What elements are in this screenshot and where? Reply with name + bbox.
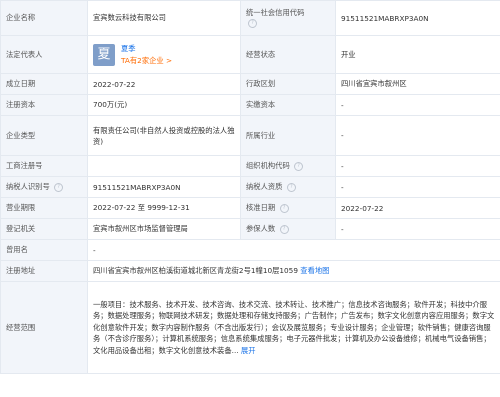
established-date-label: 成立日期 bbox=[0, 73, 88, 95]
industry-label: 所属行业 bbox=[240, 115, 336, 156]
table-row: 登记机关 宜宾市叙州区市场监督管理局 参保人数 ? - bbox=[0, 218, 500, 240]
insured-count-value: - bbox=[335, 218, 500, 240]
insured-count-label: 参保人数 bbox=[246, 224, 276, 233]
registered-address-label: 注册地址 bbox=[0, 260, 88, 282]
insured-count-label-cell: 参保人数 ? bbox=[240, 218, 336, 240]
business-scope-value: 一般项目：技术服务、技术开发、技术咨询、技术交流、技术转让、技术推广；信息技术咨… bbox=[93, 299, 495, 355]
table-row: 企业类型 有限责任公司(非自然人投资或控股的法人独资) 所属行业 - bbox=[0, 115, 500, 156]
former-name-value: - bbox=[87, 239, 500, 261]
expand-link[interactable]: 展开 bbox=[241, 346, 256, 355]
approval-date-value: 2022-07-22 bbox=[335, 197, 500, 219]
taxpayer-id-label: 纳税人识别号 bbox=[6, 182, 50, 191]
business-status-label: 经营状态 bbox=[240, 35, 336, 74]
admin-region-label: 行政区划 bbox=[240, 73, 336, 95]
table-row: 注册资本 700万(元) 实缴资本 - bbox=[0, 94, 500, 116]
help-icon[interactable]: ? bbox=[279, 224, 289, 234]
taxpayer-qualification-label: 纳税人资质 bbox=[246, 182, 283, 191]
help-icon[interactable]: ? bbox=[286, 182, 296, 192]
table-row: 纳税人识别号 ? 91511521MABRXP3A0N 纳税人资质 ? - bbox=[0, 176, 500, 198]
company-name-value: 宜宾数云科技有限公司 bbox=[87, 0, 241, 36]
registered-capital-value: 700万(元) bbox=[87, 94, 241, 116]
approval-date-label: 核准日期 bbox=[246, 203, 276, 212]
taxpayer-id-value: 91511521MABRXP3A0N bbox=[87, 176, 241, 198]
registered-address-value: 四川省宜宾市叙州区柏溪街道城北新区青龙街2号1幢10层1059 bbox=[93, 266, 298, 275]
table-row: 注册地址 四川省宜宾市叙州区柏溪街道城北新区青龙街2号1幢10层1059 查看地… bbox=[0, 260, 500, 282]
company-type-label: 企业类型 bbox=[0, 115, 88, 156]
view-map-link[interactable]: 查看地图 bbox=[300, 266, 329, 275]
legal-rep-label: 法定代表人 bbox=[0, 35, 88, 74]
registration-authority-value: 宜宾市叙州区市场监督管理局 bbox=[87, 218, 241, 240]
registered-capital-label: 注册资本 bbox=[0, 94, 88, 116]
credit-code-label: 统一社会信用代码 bbox=[246, 8, 305, 18]
table-row: 企业名称 宜宾数云科技有限公司 统一社会信用代码 ? 91511521MABRX… bbox=[0, 0, 500, 36]
business-term-value: 2022-07-22 至 9999-12-31 bbox=[87, 197, 241, 219]
help-icon[interactable]: ? bbox=[294, 161, 304, 171]
business-status-value: 开业 bbox=[335, 35, 500, 74]
credit-code-value: 91511521MABRXP3A0N bbox=[335, 0, 500, 36]
company-name-label: 企业名称 bbox=[0, 0, 88, 36]
org-code-value: - bbox=[335, 155, 500, 177]
approval-date-label-cell: 核准日期 ? bbox=[240, 197, 336, 219]
credit-code-label-cell: 统一社会信用代码 ? bbox=[240, 0, 336, 36]
former-name-label: 曾用名 bbox=[0, 239, 88, 261]
paid-capital-value: - bbox=[335, 94, 500, 116]
admin-region-value: 四川省宜宾市叙州区 bbox=[335, 73, 500, 95]
help-icon[interactable]: ? bbox=[248, 18, 257, 28]
org-code-label-cell: 组织机构代码 ? bbox=[240, 155, 336, 177]
taxpayer-id-label-cell: 纳税人识别号 ? bbox=[0, 176, 88, 198]
reg-number-value bbox=[87, 155, 241, 177]
taxpayer-qualification-label-cell: 纳税人资质 ? bbox=[240, 176, 336, 198]
registration-authority-label: 登记机关 bbox=[0, 218, 88, 240]
industry-value: - bbox=[335, 115, 500, 156]
table-row: 法定代表人 夏 夏季 TA有2家企业 > 经营状态 开业 bbox=[0, 35, 500, 74]
avatar[interactable]: 夏 bbox=[93, 43, 115, 66]
org-code-label: 组织机构代码 bbox=[246, 161, 290, 170]
related-companies-link[interactable]: TA有2家企业 > bbox=[121, 56, 172, 66]
company-info-table: 企业名称 宜宾数云科技有限公司 统一社会信用代码 ? 91511521MABRX… bbox=[0, 0, 500, 374]
table-row: 曾用名 - bbox=[0, 239, 500, 261]
paid-capital-label: 实缴资本 bbox=[240, 94, 336, 116]
help-icon[interactable]: ? bbox=[54, 182, 64, 192]
table-row: 成立日期 2022-07-22 行政区划 四川省宜宾市叙州区 bbox=[0, 73, 500, 95]
legal-rep-cell: 夏 夏季 TA有2家企业 > bbox=[87, 35, 241, 74]
table-row: 经营范围 一般项目：技术服务、技术开发、技术咨询、技术交流、技术转让、技术推广；… bbox=[0, 281, 500, 374]
registered-address-cell: 四川省宜宾市叙州区柏溪街道城北新区青龙街2号1幢10层1059 查看地图 bbox=[87, 260, 500, 282]
taxpayer-qualification-value: - bbox=[335, 176, 500, 198]
business-term-label: 营业期限 bbox=[0, 197, 88, 219]
legal-rep-name-link[interactable]: 夏季 bbox=[121, 44, 172, 54]
established-date-value: 2022-07-22 bbox=[87, 73, 241, 95]
business-scope-label: 经营范围 bbox=[0, 281, 88, 374]
table-row: 营业期限 2022-07-22 至 9999-12-31 核准日期 ? 2022… bbox=[0, 197, 500, 219]
business-scope-cell: 一般项目：技术服务、技术开发、技术咨询、技术交流、技术转让、技术推广；信息技术咨… bbox=[87, 281, 500, 374]
reg-number-label: 工商注册号 bbox=[0, 155, 88, 177]
company-type-value: 有限责任公司(非自然人投资或控股的法人独资) bbox=[87, 115, 241, 156]
help-icon[interactable]: ? bbox=[279, 203, 289, 213]
table-row: 工商注册号 组织机构代码 ? - bbox=[0, 155, 500, 177]
